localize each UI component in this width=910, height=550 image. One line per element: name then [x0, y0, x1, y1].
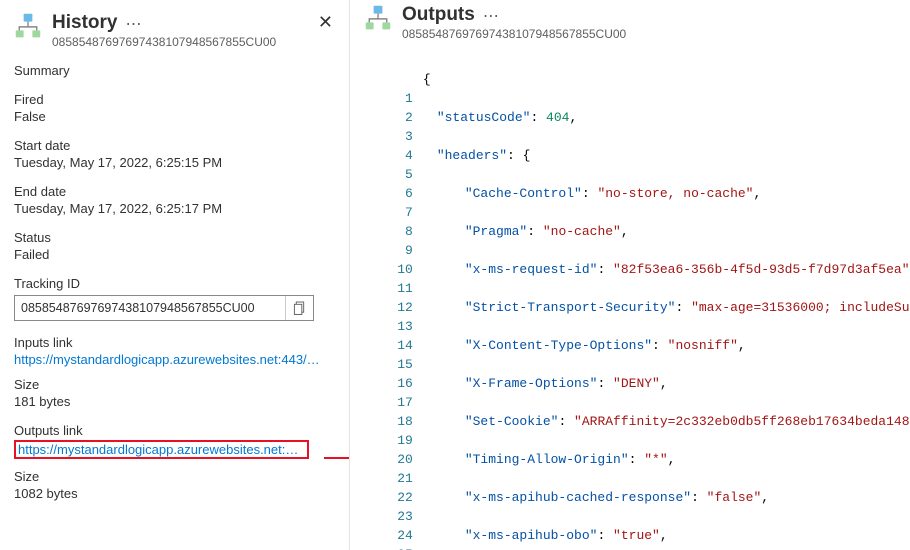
outputs-size-label: Size [14, 469, 335, 484]
close-icon[interactable]: ✕ [316, 12, 335, 33]
tracking-id-label: Tracking ID [14, 276, 335, 291]
more-icon[interactable]: ⋯ [483, 6, 499, 25]
outputs-panel: Outputs ⋯ 08585487697697438107948567855C… [350, 0, 910, 550]
code-line: "statusCode": 404, [423, 108, 910, 127]
start-date-label: Start date [14, 138, 335, 153]
inputs-link[interactable]: https://mystandardlogicapp.azurewebsites… [14, 352, 320, 367]
code-line: "Set-Cookie": "ARRAffinity=2c332eb0db5ff… [423, 412, 910, 431]
logic-app-icon [14, 12, 42, 40]
summary-label: Summary [14, 63, 335, 78]
code-line: "Strict-Transport-Security": "max-age=31… [423, 298, 910, 317]
fired-label: Fired [14, 92, 335, 107]
code-line: "x-ms-apihub-cached-response": "false", [423, 488, 910, 507]
code-line: "X-Frame-Options": "DENY", [423, 374, 910, 393]
arrow-right-icon [324, 449, 350, 470]
outputs-header-text: Outputs ⋯ 08585487697697438107948567855C… [402, 4, 910, 41]
start-date-value: Tuesday, May 17, 2022, 6:25:15 PM [14, 155, 335, 170]
end-date-label: End date [14, 184, 335, 199]
inputs-link-label: Inputs link [14, 335, 335, 350]
history-title: History [52, 12, 117, 34]
history-id: 08585487697697438107948567855CU00 [52, 35, 306, 49]
inputs-size-label: Size [14, 377, 335, 392]
code-line: { [423, 70, 910, 89]
code-line: "Pragma": "no-cache", [423, 222, 910, 241]
outputs-link[interactable]: https://mystandardlogicapp.azurewebsites… [18, 442, 305, 457]
inputs-size-value: 181 bytes [14, 394, 335, 409]
history-panel: History ⋯ 08585487697697438107948567855C… [0, 0, 350, 550]
code-line: "x-ms-apihub-obo": "true", [423, 526, 910, 545]
tracking-id-value[interactable]: 08585487697697438107948567855CU00 [15, 301, 285, 315]
copy-button[interactable] [285, 296, 313, 320]
outputs-header: Outputs ⋯ 08585487697697438107948567855C… [350, 0, 910, 49]
outputs-link-highlight: https://mystandardlogicapp.azurewebsites… [14, 440, 309, 459]
status-value: Failed [14, 247, 335, 262]
end-date-value: Tuesday, May 17, 2022, 6:25:17 PM [14, 201, 335, 216]
code-line: "Cache-Control": "no-store, no-cache", [423, 184, 910, 203]
fired-value: False [14, 109, 335, 124]
line-gutter: 1234567891011121314151617181920212223242… [350, 49, 423, 550]
more-icon[interactable]: ⋯ [125, 14, 141, 33]
code-line: "headers": { [423, 146, 910, 165]
history-header-text: History ⋯ 08585487697697438107948567855C… [52, 12, 306, 49]
history-header: History ⋯ 08585487697697438107948567855C… [14, 8, 335, 49]
outputs-size-value: 1082 bytes [14, 486, 335, 501]
outputs-title: Outputs [402, 4, 475, 26]
code-content: { "statusCode": 404, "headers": { "Cache… [423, 49, 910, 550]
logic-app-icon [364, 4, 392, 32]
code-line: "Timing-Allow-Origin": "*", [423, 450, 910, 469]
code-line: "x-ms-request-id": "82f53ea6-356b-4f5d-9… [423, 260, 910, 279]
outputs-link-label: Outputs link [14, 423, 335, 438]
outputs-id: 08585487697697438107948567855CU00 [402, 27, 910, 41]
code-editor[interactable]: 1234567891011121314151617181920212223242… [350, 49, 910, 550]
tracking-id-field: 08585487697697438107948567855CU00 [14, 295, 314, 321]
status-label: Status [14, 230, 335, 245]
code-line: "X-Content-Type-Options": "nosniff", [423, 336, 910, 355]
